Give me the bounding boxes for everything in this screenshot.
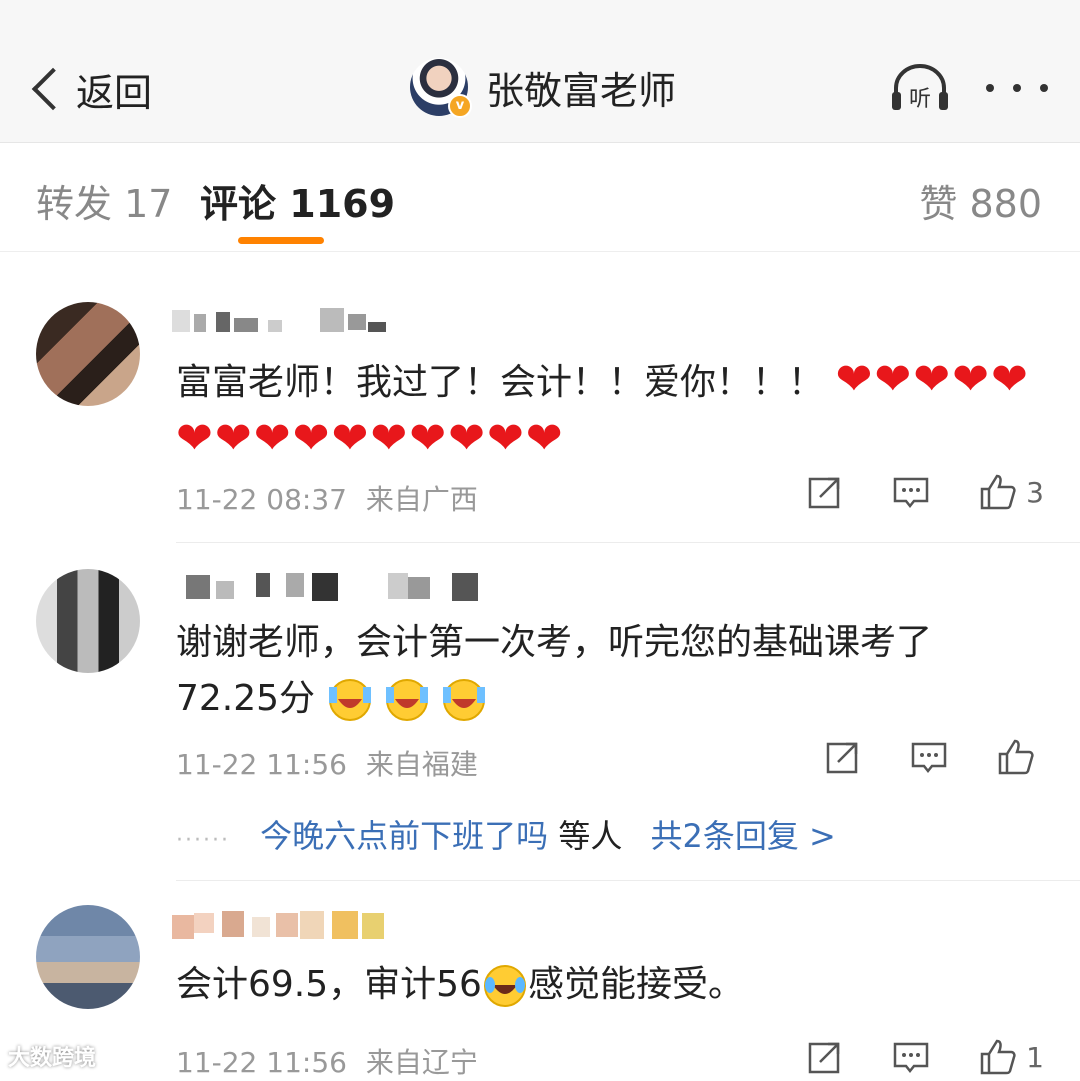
more-dot-icon — [986, 84, 994, 92]
thumbs-up-icon — [980, 1039, 1016, 1075]
comment-time: 11-22 08:37 — [176, 483, 347, 516]
like-button[interactable]: 1 — [978, 1037, 1044, 1077]
share-button[interactable] — [824, 738, 862, 776]
laugh-crying-emoji-icon — [385, 679, 428, 721]
comment-actions: 1 — [758, 1037, 1044, 1077]
comment-icon — [911, 742, 947, 774]
more-dot-icon — [1040, 84, 1048, 92]
commenter-avatar[interactable] — [36, 302, 140, 406]
laugh-crying-emoji-icon — [443, 679, 486, 721]
author-header[interactable]: v 张敬富老师 — [410, 58, 677, 118]
like-count: 3 — [1026, 475, 1044, 509]
reply-button[interactable] — [910, 738, 948, 776]
tab-likes-count: 880 — [969, 182, 1042, 226]
comment-source: 来自广西 — [365, 483, 478, 516]
laugh-crying-emoji-icon — [328, 679, 371, 721]
laugh-crying-emoji-icon — [483, 965, 526, 1007]
share-icon — [826, 742, 858, 774]
reply-preview-suffix: 等人 — [558, 817, 623, 855]
share-button[interactable] — [806, 473, 844, 511]
listen-label: 听 — [909, 87, 931, 112]
comment-meta: 11-22 08:37 来自广西 — [176, 478, 478, 518]
back-label: 返回 — [76, 70, 153, 115]
comment-source: 来自辽宁 — [365, 1046, 478, 1079]
tab-comments-count: 1169 — [289, 182, 396, 226]
comment-text: 富富老师！我过了！会计！！爱你！！！ ❤❤❤❤❤❤❤❤❤❤❤❤❤❤❤ — [176, 352, 1036, 470]
back-button[interactable]: 返回 — [26, 60, 152, 118]
comment-text-line-2: 72.25分 — [176, 671, 1036, 727]
dotted-line-icon: ······ — [176, 828, 230, 853]
chevron-left-icon — [31, 67, 75, 111]
reply-button[interactable] — [892, 1038, 930, 1076]
comment-item: 会计69.5，审计56 感觉能接受。 11-22 11:56 来自辽宁 1 — [0, 881, 1080, 1079]
comment-icon — [893, 1042, 929, 1074]
reply-preview-user[interactable]: 今晚六点前下班了吗 — [260, 817, 548, 855]
tab-bar: 转发 17 评论 1169 赞 880 — [0, 143, 1080, 252]
listen-button[interactable]: 听 — [888, 62, 952, 114]
tab-likes-label: 赞 — [919, 182, 958, 226]
verified-badge-icon: v — [448, 94, 472, 118]
headphones-icon: 听 — [892, 64, 948, 112]
comment-time: 11-22 11:56 — [176, 1046, 347, 1079]
reply-button[interactable] — [892, 473, 930, 511]
comment-text-line: 谢谢老师，会计第一次考，听完您的基础课考了 — [176, 622, 933, 663]
watermark: 大数跨境 — [8, 1040, 96, 1072]
commenter-name-blurred[interactable] — [172, 569, 492, 605]
more-menu-button[interactable] — [986, 70, 1048, 106]
active-tab-indicator — [238, 237, 324, 244]
commenter-name-blurred[interactable] — [172, 304, 402, 340]
like-count: 1 — [1026, 1040, 1044, 1074]
more-dot-icon — [1013, 84, 1021, 92]
comment-text-body: 会计69.5，审计56 — [176, 964, 482, 1005]
share-icon — [808, 477, 840, 509]
comment-actions — [776, 737, 1044, 777]
like-button[interactable]: 3 — [978, 472, 1044, 512]
watermark-text: 大数跨境 — [8, 1046, 97, 1071]
tab-repost[interactable]: 转发 17 — [36, 173, 172, 228]
comment-text-tail: 感觉能接受。 — [527, 964, 744, 1005]
comment-text-score: 72.25分 — [176, 678, 316, 719]
comment-actions: 3 — [758, 472, 1044, 512]
comment-text: 会计69.5，审计56 感觉能接受。 — [176, 957, 1036, 1013]
share-button[interactable] — [806, 1038, 844, 1076]
commenter-avatar[interactable] — [36, 569, 140, 673]
replies-preview[interactable]: ······ 今晚六点前下班了吗 等人 共2条回复 > — [176, 811, 836, 857]
tab-repost-count: 17 — [124, 182, 173, 226]
tab-comments[interactable]: 评论 1169 — [200, 173, 395, 228]
commenter-name-blurred[interactable] — [172, 907, 402, 943]
comment-item: 谢谢老师，会计第一次考，听完您的基础课考了 72.25分 11-22 11:56… — [0, 543, 1080, 876]
comment-time: 11-22 11:56 — [176, 748, 347, 781]
tab-likes[interactable]: 赞 880 — [919, 173, 1042, 228]
comment-meta: 11-22 11:56 来自辽宁 — [176, 1041, 478, 1081]
comment-item: 富富老师！我过了！会计！！爱你！！！ ❤❤❤❤❤❤❤❤❤❤❤❤❤❤❤ 11-22… — [0, 272, 1080, 542]
author-avatar[interactable]: v — [410, 58, 472, 118]
comment-meta: 11-22 11:56 来自福建 — [176, 743, 478, 783]
view-replies-link[interactable]: 共2条回复 > — [651, 817, 836, 855]
thumbs-up-icon — [980, 474, 1016, 510]
commenter-avatar[interactable] — [36, 905, 140, 1009]
tab-comments-label: 评论 — [200, 182, 277, 226]
top-bar: 返回 v 张敬富老师 听 — [0, 0, 1080, 143]
tab-repost-label: 转发 — [36, 182, 113, 226]
author-name: 张敬富老师 — [486, 68, 677, 113]
comment-text: 谢谢老师，会计第一次考，听完您的基础课考了 72.25分 — [176, 615, 1036, 727]
thumbs-up-icon — [998, 739, 1034, 775]
comment-text-body: 富富老师！我过了！会计！！爱你！！！ — [176, 362, 825, 403]
comment-icon — [893, 477, 929, 509]
like-button[interactable] — [996, 737, 1044, 777]
share-icon — [808, 1042, 840, 1074]
comment-source: 来自福建 — [365, 748, 478, 781]
